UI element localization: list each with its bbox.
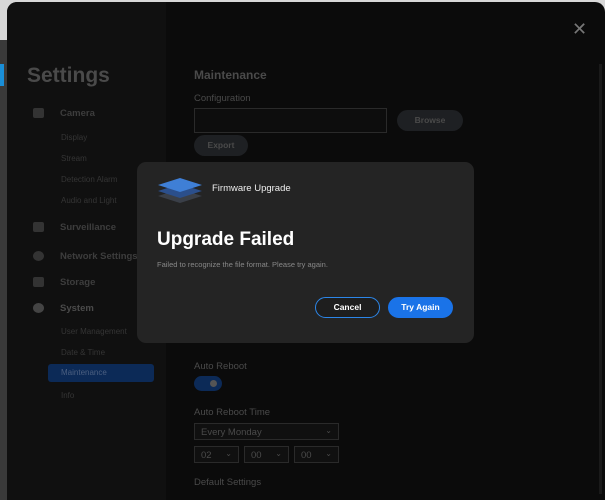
configuration-file-input[interactable] (194, 108, 387, 133)
sidebar-item-audio-light[interactable]: Audio and Light (61, 196, 117, 205)
background-accent (0, 64, 4, 86)
try-again-button[interactable]: Try Again (388, 297, 453, 318)
dialog-title: Firmware Upgrade (212, 183, 291, 194)
sidebar-item-detection-alarm[interactable]: Detection Alarm (61, 175, 117, 184)
browse-button[interactable]: Browse (397, 110, 463, 131)
sidebar-item-date-time[interactable]: Date & Time (61, 348, 105, 357)
scrollbar[interactable] (599, 64, 602, 494)
day-select[interactable]: Every Monday ⌄ (194, 423, 339, 440)
firmware-upgrade-dialog: Firmware Upgrade Upgrade Failed Failed t… (137, 162, 474, 343)
chevron-down-icon: ⌄ (225, 449, 232, 458)
second-select[interactable]: 00 ⌄ (294, 446, 339, 463)
sidebar-item-stream[interactable]: Stream (61, 154, 87, 163)
sidebar-item-display[interactable]: Display (61, 133, 87, 142)
monitor-icon (33, 222, 44, 232)
default-settings-label: Default Settings (194, 477, 262, 488)
minute-select[interactable]: 00 ⌄ (244, 446, 289, 463)
sidebar-item-user-management[interactable]: User Management (61, 327, 127, 336)
close-icon[interactable]: ✕ (572, 20, 587, 38)
hour-select[interactable]: 02 ⌄ (194, 446, 239, 463)
configuration-label: Configuration (194, 93, 251, 104)
gear-icon (33, 303, 44, 313)
sidebar-item-info[interactable]: Info (61, 391, 74, 400)
storage-icon (33, 277, 44, 287)
toggle-knob (210, 380, 217, 387)
dialog-message: Failed to recognize the file format. Ple… (157, 260, 328, 269)
dialog-heading: Upgrade Failed (157, 229, 295, 250)
chevron-down-icon: ⌄ (325, 426, 332, 435)
auto-reboot-label: Auto Reboot (194, 361, 247, 372)
cancel-button[interactable]: Cancel (315, 297, 380, 318)
chevron-down-icon: ⌄ (275, 449, 282, 458)
chevron-down-icon: ⌄ (325, 449, 332, 458)
export-button[interactable]: Export (194, 135, 248, 156)
settings-title: Settings (27, 64, 110, 87)
globe-icon (33, 251, 44, 261)
camera-icon (33, 108, 44, 118)
layers-icon (158, 178, 202, 203)
auto-reboot-toggle[interactable] (194, 376, 222, 391)
page-title: Maintenance (194, 68, 267, 82)
sidebar-item-maintenance[interactable]: Maintenance (48, 364, 154, 382)
auto-reboot-time-label: Auto Reboot Time (194, 407, 271, 418)
